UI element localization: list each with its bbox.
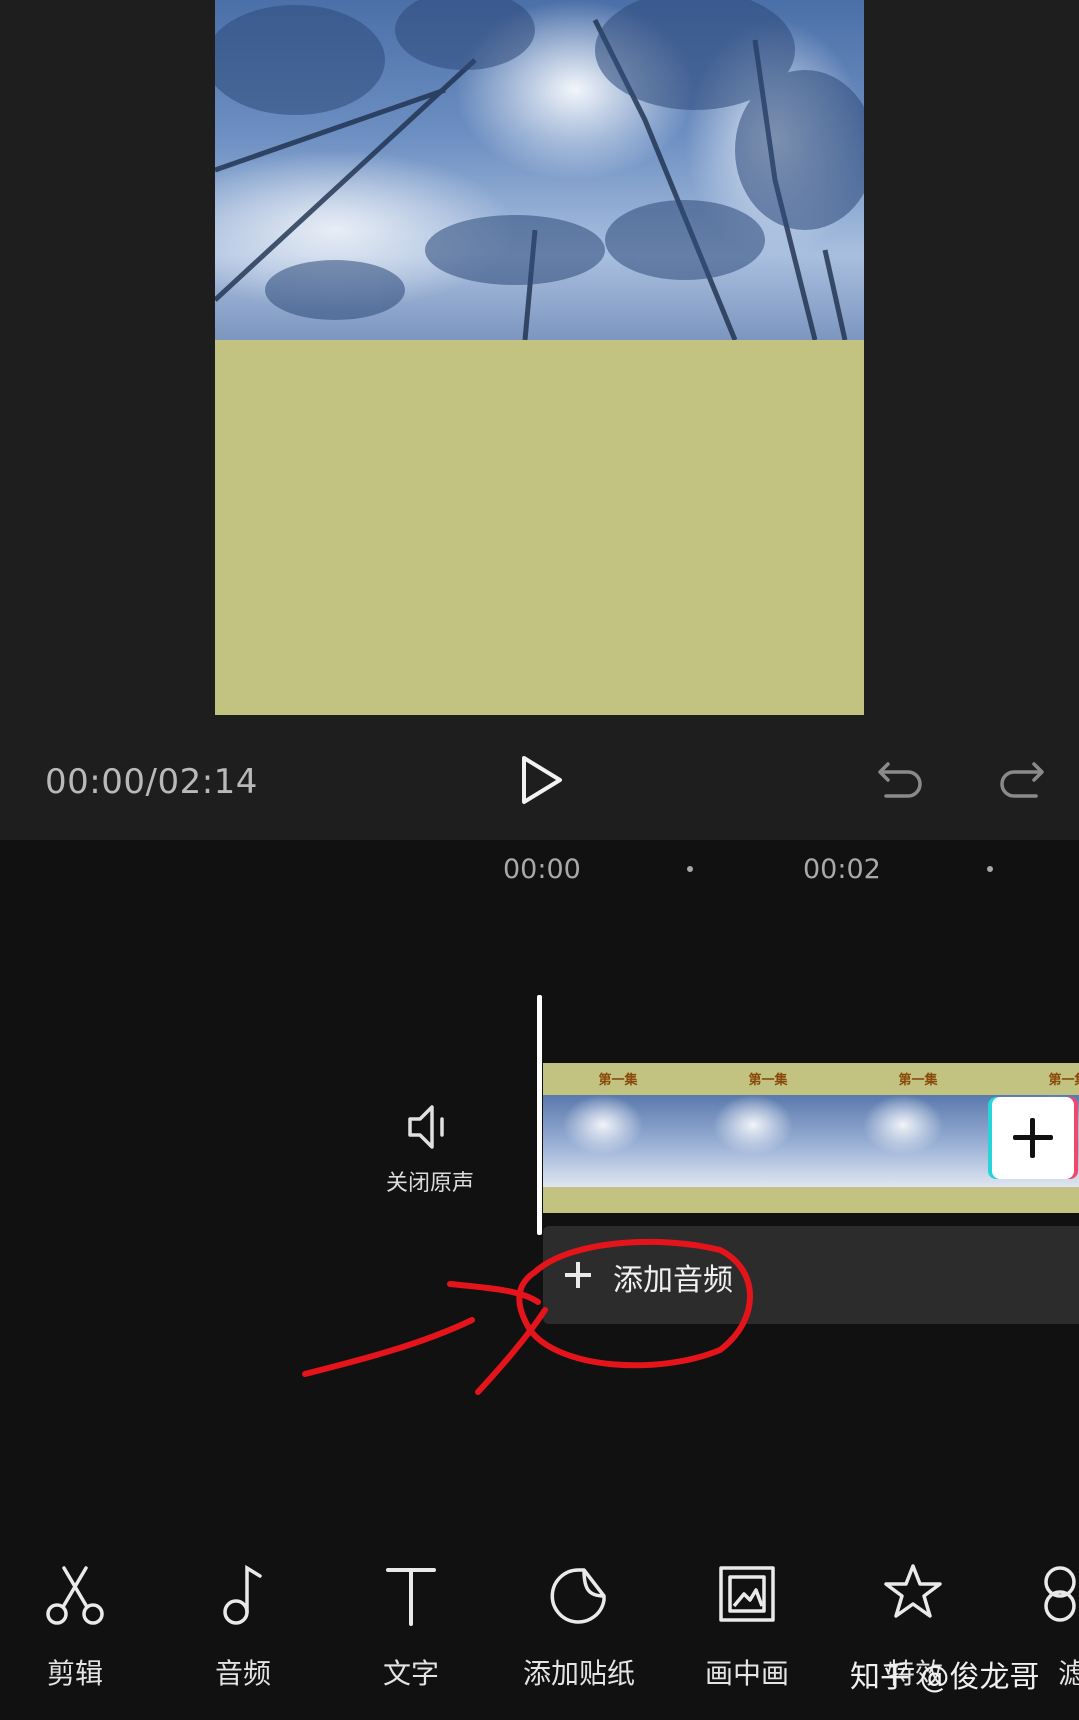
clip-thumbnail: 第一集 [543,1063,693,1213]
watermark: 知乎 @俊龙哥 [850,1660,1040,1695]
tool-picture-in-picture[interactable]: 画中画 [672,1560,822,1700]
player-controls: 00:00/02:14 [0,740,1079,820]
undo-icon [878,762,922,798]
tool-text[interactable]: 文字 [336,1560,486,1700]
add-audio-track-button[interactable]: 添加音频 [543,1226,1079,1324]
timeline-panel[interactable]: 00:00 00:02 关闭原声 第一集 第一集 第一集 第一集 [0,840,1079,1520]
add-audio-label: 添加音频 [613,1263,733,1298]
clip-thumbnail: 第一集 [693,1063,843,1213]
plus-icon [565,1262,591,1288]
tool-edit[interactable]: 剪辑 [0,1560,150,1700]
playback-timecode: 00:00/02:14 [45,762,258,802]
text-t-icon [386,1568,436,1626]
play-icon [522,756,562,804]
video-frame-image [215,0,864,340]
speaker-icon [408,1105,444,1149]
ruler-dot [687,866,693,872]
canvas-padding [215,340,864,715]
redo-icon [1000,762,1044,798]
scissors-icon [46,1566,104,1625]
ruler-mark-0: 00:00 [503,854,581,885]
filter-icon [1044,1566,1076,1622]
clip-thumbnail: 第一集 [843,1063,993,1213]
undo-button[interactable] [876,754,926,804]
picture-in-picture-icon [719,1566,775,1622]
star-effect-icon [884,1564,942,1618]
sticker-icon [550,1568,606,1624]
add-clip-button[interactable] [992,1097,1074,1179]
ruler-mark-2: 00:02 [803,854,881,885]
mute-original-sound-label: 关闭原声 [385,1171,474,1196]
music-note-icon [223,1564,262,1625]
playhead[interactable] [537,995,542,1235]
mute-original-sound-button[interactable]: 关闭原声 [370,1095,490,1205]
redo-button[interactable] [996,754,1046,804]
ruler-dot [987,866,993,872]
tool-audio[interactable]: 音频 [168,1560,318,1700]
preview-area: 00:00/02:14 [0,0,1079,840]
video-preview[interactable] [215,0,864,715]
play-button[interactable] [518,752,566,808]
tool-add-sticker[interactable]: 添加贴纸 [504,1560,654,1700]
